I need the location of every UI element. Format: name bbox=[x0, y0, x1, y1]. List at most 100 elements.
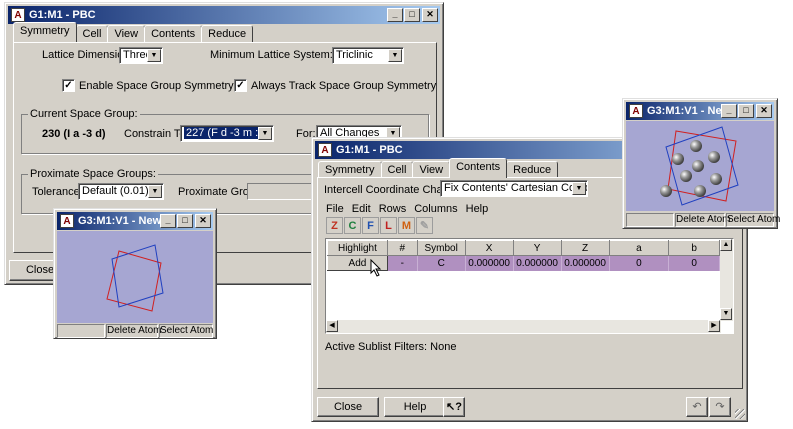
tab-reduce[interactable]: Reduce bbox=[201, 25, 254, 42]
app-icon: A bbox=[318, 143, 332, 157]
tab-cell[interactable]: Cell bbox=[380, 161, 414, 178]
structure-viewer-window-2: A G3:M1:V1 - New _ □ ✕ Delete Atom Selec… bbox=[622, 98, 780, 229]
fill-column-icon[interactable]: F bbox=[362, 217, 379, 234]
mouse-cursor-icon bbox=[370, 259, 382, 277]
app-icon: A bbox=[60, 214, 74, 228]
minimize-button[interactable]: _ bbox=[160, 214, 176, 228]
cell-number[interactable]: - bbox=[387, 255, 418, 271]
col-z[interactable]: Z bbox=[560, 240, 610, 256]
sort-icon[interactable]: Z bbox=[326, 217, 343, 234]
cell-z[interactable]: 0.000000 bbox=[561, 255, 610, 271]
structure-viewport[interactable] bbox=[57, 231, 213, 323]
atom-table: Highlight # Symbol X Y Z a b Add - C 0.0… bbox=[327, 240, 720, 271]
intercell-select[interactable]: Fix Contents' Cartesian Coordinates ▼ bbox=[440, 180, 588, 197]
cell-a[interactable]: 0 bbox=[609, 255, 670, 271]
col-x[interactable]: X bbox=[464, 240, 514, 256]
col-highlight[interactable]: Highlight bbox=[327, 240, 388, 256]
question-arrow-icon: ↖? bbox=[446, 401, 462, 413]
cell-symbol[interactable]: C bbox=[417, 255, 466, 271]
tab-view[interactable]: View bbox=[107, 25, 146, 42]
app-icon: A bbox=[11, 8, 25, 22]
constrain-to-select[interactable]: 227 (F d -3 m :1) ▼ bbox=[180, 125, 274, 142]
horizontal-scrollbar[interactable]: ◀ ▶ bbox=[326, 320, 721, 333]
tab-reduce[interactable]: Reduce bbox=[506, 161, 559, 178]
dropdown-arrow-icon[interactable]: ▼ bbox=[258, 127, 272, 140]
toolbar: Z C F L M ✎ bbox=[326, 217, 434, 234]
unit-cell-wireframe bbox=[106, 244, 164, 312]
tolerance-value: Default (0.01) bbox=[82, 185, 149, 197]
close-window-button[interactable]: ✕ bbox=[422, 8, 438, 22]
tolerance-label: Tolerance: bbox=[32, 186, 83, 198]
menu-help[interactable]: Help bbox=[466, 203, 489, 215]
cell-y[interactable]: 0.000000 bbox=[513, 255, 562, 271]
dropdown-arrow-icon[interactable]: ▼ bbox=[148, 185, 162, 198]
tolerance-select[interactable]: Default (0.01) ▼ bbox=[78, 183, 164, 200]
menu-file[interactable]: File bbox=[326, 203, 344, 215]
lattice-dimensions-select[interactable]: Three ▼ bbox=[119, 47, 163, 64]
col-a[interactable]: a bbox=[608, 240, 670, 256]
undo-icon: ↶ bbox=[692, 401, 702, 413]
proximate-space-groups-title: Proximate Space Groups: bbox=[28, 168, 158, 180]
col-y[interactable]: Y bbox=[512, 240, 562, 256]
tab-symmetry[interactable]: Symmetry bbox=[13, 22, 77, 42]
always-track-checkbox[interactable]: ✓ bbox=[234, 79, 247, 92]
dropdown-arrow-icon[interactable]: ▼ bbox=[388, 49, 402, 62]
current-space-group-title: Current Space Group: bbox=[28, 108, 140, 120]
context-help-button[interactable]: ↖? bbox=[443, 397, 465, 417]
window-title: G1:M1 - PBC bbox=[29, 9, 96, 21]
redo-button[interactable]: ↷ bbox=[709, 397, 731, 417]
close-window-button[interactable]: ✕ bbox=[195, 214, 211, 228]
select-atom-button[interactable]: Select Atom bbox=[726, 213, 780, 227]
maximize-button[interactable]: □ bbox=[177, 214, 193, 228]
viewer-titlebar[interactable]: A G3:M1:V1 - New _ □ ✕ bbox=[57, 212, 213, 230]
delete-atom-button[interactable]: Delete Atom bbox=[106, 324, 161, 338]
tab-cell[interactable]: Cell bbox=[75, 25, 109, 42]
pencil-icon[interactable]: ✎ bbox=[416, 217, 433, 234]
dropdown-arrow-icon[interactable]: ▼ bbox=[147, 49, 161, 62]
mark-icon[interactable]: M bbox=[398, 217, 415, 234]
vertical-scrollbar[interactable]: ▲ ▼ bbox=[720, 239, 733, 321]
col-b[interactable]: b bbox=[668, 240, 720, 256]
active-sublist-filters: Active Sublist Filters: None bbox=[325, 341, 457, 353]
tab-contents[interactable]: Contents bbox=[144, 25, 203, 42]
enable-space-group-checkbox[interactable]: ✓ bbox=[62, 79, 75, 92]
menu-edit[interactable]: Edit bbox=[352, 203, 371, 215]
cell-x[interactable]: 0.000000 bbox=[465, 255, 514, 271]
viewer-titlebar[interactable]: A G3:M1:V1 - New _ □ ✕ bbox=[626, 102, 774, 120]
help-button[interactable]: Help bbox=[384, 397, 446, 417]
scroll-up-arrow[interactable]: ▲ bbox=[720, 239, 732, 251]
table-row[interactable]: Add - C 0.000000 0.000000 0.000000 0 0 bbox=[327, 255, 720, 271]
maximize-button[interactable]: □ bbox=[738, 104, 754, 118]
viewer-status-field bbox=[626, 213, 674, 227]
col-symbol[interactable]: Symbol bbox=[416, 240, 466, 256]
scroll-right-arrow[interactable]: ▶ bbox=[708, 320, 720, 332]
color-column-icon[interactable]: C bbox=[344, 217, 361, 234]
redo-icon: ↷ bbox=[715, 401, 725, 413]
enable-space-group-label: Enable Space Group Symmetry: bbox=[79, 80, 237, 92]
always-track-label: Always Track Space Group Symmetry bbox=[251, 80, 437, 92]
minimize-button[interactable]: _ bbox=[721, 104, 737, 118]
menu-columns[interactable]: Columns bbox=[414, 203, 457, 215]
viewer-title: G3:M1:V1 - New bbox=[647, 105, 731, 117]
cell-b[interactable]: 0 bbox=[668, 255, 720, 271]
close-window-button[interactable]: ✕ bbox=[756, 104, 772, 118]
select-atom-button[interactable]: Select Atom bbox=[159, 324, 213, 338]
close-button[interactable]: Close bbox=[317, 397, 379, 417]
tab-view[interactable]: View bbox=[412, 161, 451, 178]
dropdown-arrow-icon[interactable]: ▼ bbox=[572, 182, 586, 195]
menu-rows[interactable]: Rows bbox=[379, 203, 407, 215]
table-header-row: Highlight # Symbol X Y Z a b bbox=[327, 240, 720, 256]
col-number[interactable]: # bbox=[386, 240, 418, 256]
resize-grip-icon[interactable] bbox=[735, 409, 745, 419]
undo-button[interactable]: ↶ bbox=[686, 397, 708, 417]
structure-viewport[interactable] bbox=[626, 121, 774, 211]
minimize-button[interactable]: _ bbox=[387, 8, 403, 22]
label-icon[interactable]: L bbox=[380, 217, 397, 234]
tab-contents[interactable]: Contents bbox=[449, 158, 508, 178]
delete-atom-button[interactable]: Delete Atom bbox=[675, 213, 730, 227]
maximize-button[interactable]: □ bbox=[404, 8, 420, 22]
scroll-down-arrow[interactable]: ▼ bbox=[720, 308, 732, 320]
tab-symmetry[interactable]: Symmetry bbox=[318, 161, 382, 178]
min-lattice-select[interactable]: Triclinic ▼ bbox=[332, 47, 404, 64]
scroll-left-arrow[interactable]: ◀ bbox=[326, 320, 338, 332]
